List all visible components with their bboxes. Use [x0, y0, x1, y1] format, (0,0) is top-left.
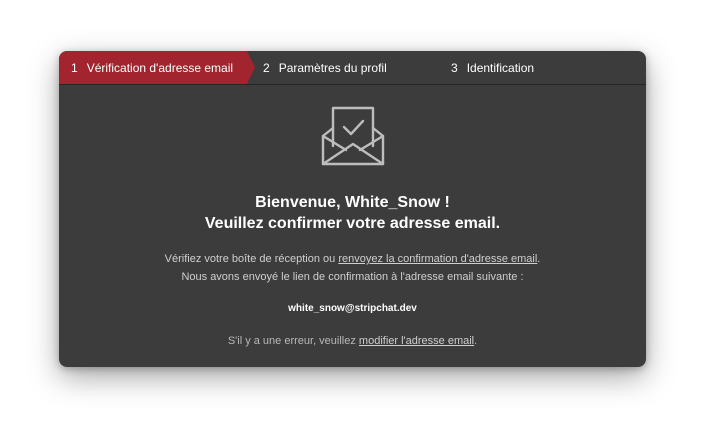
modal-content: Bienvenue, White_Snow ! Veuillez confirm… — [59, 85, 646, 347]
error-notice: S'il y a une erreur, veuillez modifier l… — [59, 335, 646, 347]
step-identification: 3 Identification — [451, 51, 534, 84]
step-label: Identification — [466, 60, 535, 75]
step-profile-settings: 2 Paramètres du profil — [255, 51, 451, 84]
step-number: 2 — [263, 60, 270, 75]
instructions-suffix: . — [537, 253, 541, 265]
email-address: white_snow@stripchat.dev — [288, 303, 417, 314]
instructions-prefix: Vérifiez votre boîte de réception ou — [164, 253, 339, 265]
progress-steps: 1 Vérification d'adresse email 2 Paramèt… — [59, 51, 646, 85]
step-email-verification: 1 Vérification d'adresse email — [59, 51, 255, 84]
notice-suffix: . — [474, 335, 478, 347]
step-number: 1 — [71, 60, 78, 75]
step-label: Paramètres du profil — [278, 60, 387, 75]
step-number: 3 — [451, 60, 458, 75]
confirm-email-line: Veuillez confirmer votre adresse email. — [204, 215, 501, 232]
page: 1 Vérification d'adresse email 2 Paramèt… — [0, 0, 705, 434]
step-label: Vérification d'adresse email — [86, 60, 234, 75]
instructions: Vérifiez votre boîte de réception ou ren… — [59, 250, 646, 286]
resend-confirmation-link[interactable]: renvoyez la confirmation d'adresse email — [338, 253, 537, 265]
email-verification-modal: 1 Vérification d'adresse email 2 Paramèt… — [59, 51, 646, 367]
welcome-line: Bienvenue, White_Snow ! — [255, 194, 450, 211]
notice-prefix: S'il y a une erreur, veuillez — [227, 335, 359, 347]
instructions-line-1: Vérifiez votre boîte de réception ou ren… — [59, 250, 646, 268]
modify-email-link[interactable]: modifier l'adresse email — [359, 335, 474, 347]
envelope-check-icon — [321, 106, 384, 166]
welcome-heading: Bienvenue, White_Snow ! Veuillez confirm… — [59, 192, 646, 234]
instructions-line-2: Nous avons envoyé le lien de confirmatio… — [181, 271, 524, 283]
